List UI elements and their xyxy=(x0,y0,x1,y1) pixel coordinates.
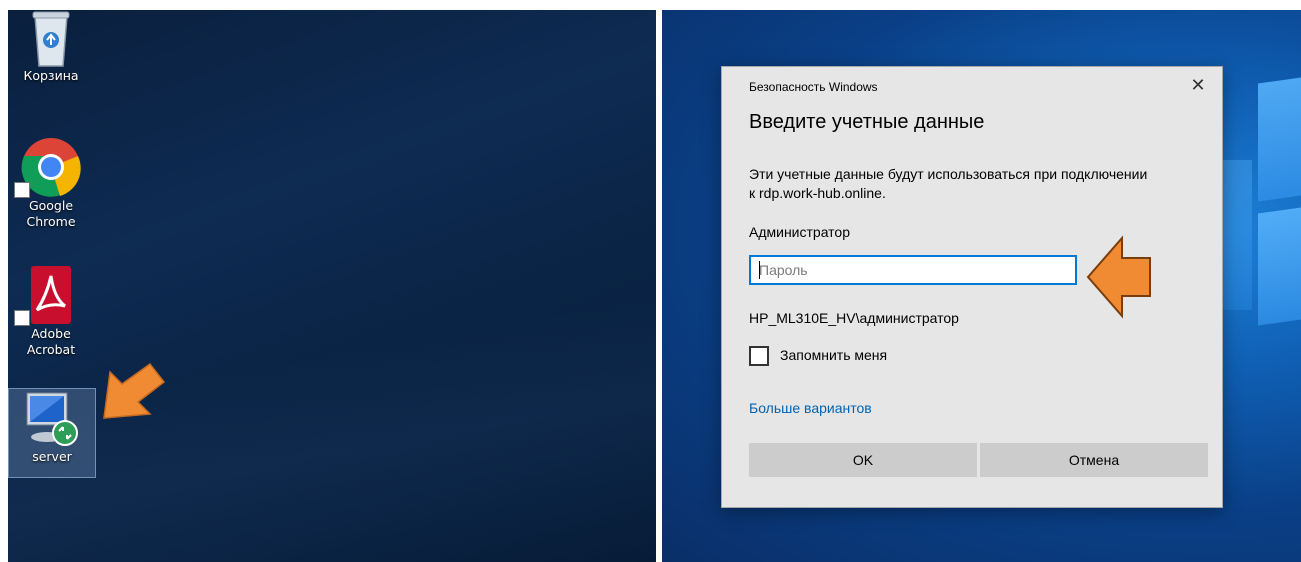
account-domain-label: HP_ML310E_HV\администратор xyxy=(749,310,959,326)
username-label: Администратор xyxy=(749,224,851,240)
shortcut-arrow-icon xyxy=(14,182,30,198)
dialog-message: Эти учетные данные будут использоваться … xyxy=(749,165,1209,203)
text-caret xyxy=(759,261,760,279)
dialog-heading: Введите учетные данные xyxy=(749,111,985,133)
windows-logo-pane xyxy=(1258,76,1301,202)
remote-desktop-icon xyxy=(26,392,78,446)
recycle-bin-icon xyxy=(32,11,70,67)
orange-arrow-pointer-icon xyxy=(1086,235,1151,319)
orange-arrow-pointer-icon xyxy=(103,362,166,419)
desktop-icon-label: Корзина xyxy=(23,68,79,83)
desktop-icon-recycle-bin[interactable]: Корзина xyxy=(8,10,94,84)
more-options-link[interactable]: Больше вариантов xyxy=(749,400,872,416)
desktop-icon-label: Adobe Acrobat xyxy=(26,326,76,357)
dialog-window-title: Безопасность Windows xyxy=(749,80,878,94)
desktop-icon-server-rdp[interactable]: server xyxy=(8,388,96,478)
desktop-icon-label: Google Chrome xyxy=(26,198,76,229)
windows-logo-pane xyxy=(1258,206,1301,326)
shortcut-arrow-icon xyxy=(14,310,30,326)
cancel-button[interactable]: Отмена xyxy=(980,443,1208,477)
remember-me-label[interactable]: Запомнить меня xyxy=(780,347,887,363)
password-input[interactable] xyxy=(749,255,1077,285)
desktop-screenshot: Корзина Google Chrome Adobe Acrobat serv… xyxy=(8,10,656,562)
remember-me-checkbox[interactable] xyxy=(749,346,769,366)
dialog-message-line: Эти учетные данные будут использоваться … xyxy=(749,166,1148,182)
windows-logo-glow xyxy=(1222,160,1252,310)
desktop-icon-label: server xyxy=(32,449,72,464)
dialog-message-line: к rdp.work-hub.online. xyxy=(749,185,886,201)
ok-button[interactable]: OK xyxy=(749,443,977,477)
close-icon[interactable]: ✕ xyxy=(1186,73,1210,97)
credentials-screenshot: Безопасность Windows ✕ Введите учетные д… xyxy=(662,10,1301,562)
adobe-acrobat-icon xyxy=(31,266,71,324)
